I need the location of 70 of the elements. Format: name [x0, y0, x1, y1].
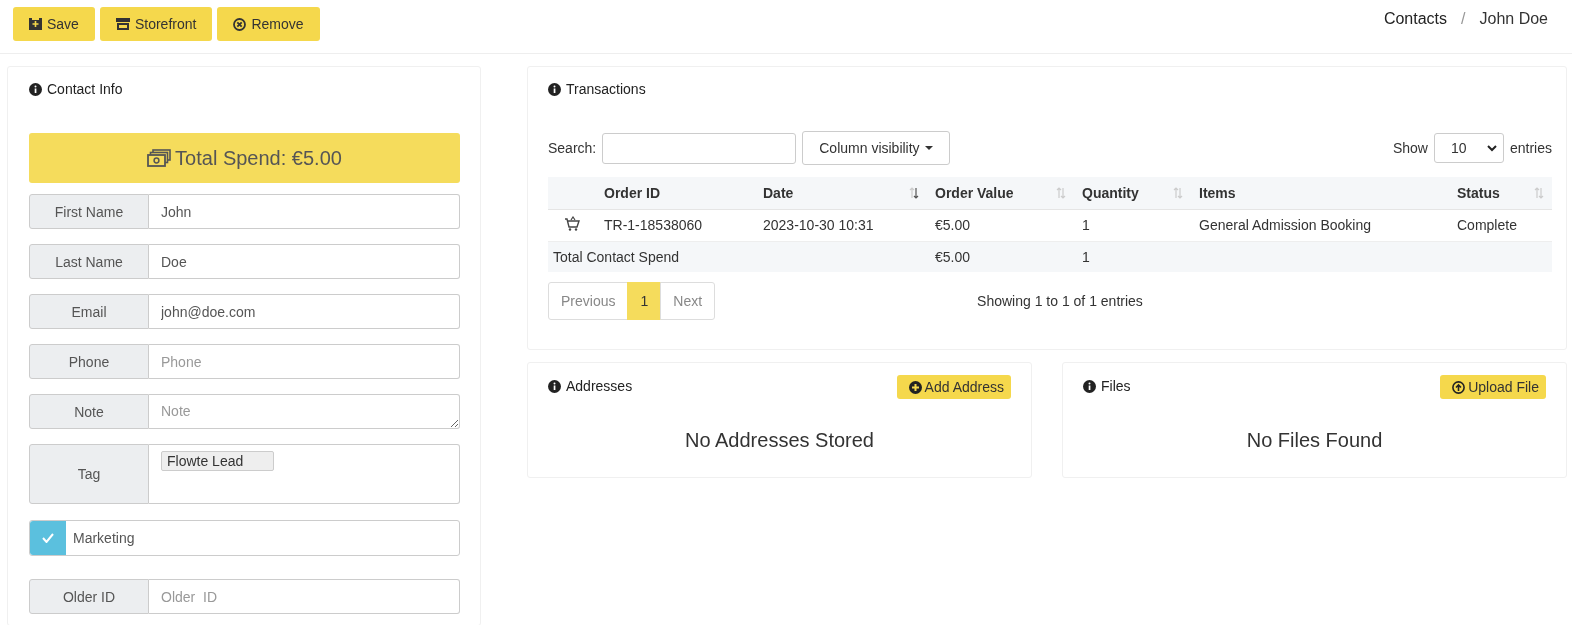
entries-info: Showing 1 to 1 of 1 entries [977, 293, 1143, 309]
panel-title: Contact Info [47, 81, 123, 97]
column-header[interactable]: Items [1191, 177, 1449, 209]
remove-button[interactable]: Remove [217, 7, 320, 41]
close-icon [233, 17, 247, 31]
field-label: Tag [29, 444, 149, 504]
input-field[interactable]: Phone [149, 344, 460, 379]
info-icon [548, 379, 561, 393]
panel-title: Files [1101, 378, 1131, 394]
note-field[interactable]: Note [149, 394, 460, 429]
page-size-select[interactable]: 10 [1433, 133, 1504, 163]
empty-message: No Files Found [1245, 429, 1384, 452]
column-visibility-button[interactable]: Column visibility [802, 131, 950, 165]
plus-icon [908, 380, 922, 394]
tag-chip[interactable]: Flowte Lead [161, 451, 275, 471]
panel-title: Addresses [566, 378, 633, 394]
input-field[interactable]: Doe [149, 244, 460, 279]
panel-title: Transactions [566, 81, 646, 97]
table-cell: General Admission Booking [1191, 209, 1449, 241]
info-icon [548, 82, 561, 96]
upload-file-button[interactable]: Upload File [1440, 375, 1546, 399]
table-cell: TR-1-18538060 [596, 209, 755, 241]
marketing-checkbox-field[interactable]: Marketing [29, 520, 460, 556]
column-header[interactable]: Quantity [1074, 177, 1191, 209]
table-cell: €5.00 [927, 209, 1074, 241]
show-label: Show [1392, 140, 1428, 156]
column-header[interactable]: Order ID [596, 177, 755, 209]
page-button[interactable]: 1 [627, 282, 662, 320]
empty-message: No Addresses Stored [684, 429, 875, 452]
add-address-button[interactable]: Add Address [896, 375, 1011, 399]
field-label: Note [29, 394, 149, 429]
info-icon [29, 82, 42, 96]
table-cell: 1 [1074, 241, 1191, 272]
search-field[interactable] [602, 132, 797, 164]
storefront-button[interactable]: Storefront [99, 7, 213, 41]
input-field[interactable]: John [149, 194, 460, 229]
checkbox-label: Marketing [72, 529, 135, 548]
breadcrumb-separator: / [1461, 10, 1466, 28]
caret-icon [924, 146, 933, 150]
breadcrumb-current: John Doe [1479, 10, 1548, 28]
breadcrumb-link[interactable]: Contacts [1383, 10, 1448, 28]
upload-icon [1452, 380, 1466, 394]
info-icon [1083, 379, 1096, 393]
search-label: Search: [548, 140, 597, 156]
input-field[interactable]: john@doe.com [149, 294, 460, 329]
storefront-icon [115, 18, 130, 30]
field-label: First Name [29, 194, 149, 229]
column-header[interactable]: Status [1449, 177, 1552, 209]
total-label: Total Contact Spend [548, 241, 927, 272]
column-header[interactable]: Order Value [927, 177, 1074, 209]
field-label: Older ID [29, 579, 149, 614]
input-field[interactable]: Older ID [149, 579, 460, 614]
money-icon [147, 149, 172, 167]
field-label: Last Name [29, 244, 149, 279]
total-spend-text: Total Spend: €5.00 [175, 146, 342, 170]
table-cell: Complete [1449, 209, 1552, 241]
table-cell: 1 [1074, 209, 1191, 241]
column-header[interactable]: Date [755, 177, 927, 209]
table-cell: 2023-10-30 10:31 [755, 209, 927, 241]
chevron-down-icon [1486, 144, 1497, 152]
basket-icon [564, 216, 580, 231]
save-icon [29, 18, 42, 30]
check-icon [41, 533, 54, 543]
checkbox[interactable] [30, 521, 66, 555]
tag-field[interactable]: Flowte Lead [149, 444, 460, 504]
entries-label: entries [1509, 140, 1552, 156]
field-label: Email [29, 294, 149, 329]
field-label: Phone [29, 344, 149, 379]
save-button[interactable]: Save [13, 7, 95, 41]
table-cell: €5.00 [927, 241, 1074, 272]
